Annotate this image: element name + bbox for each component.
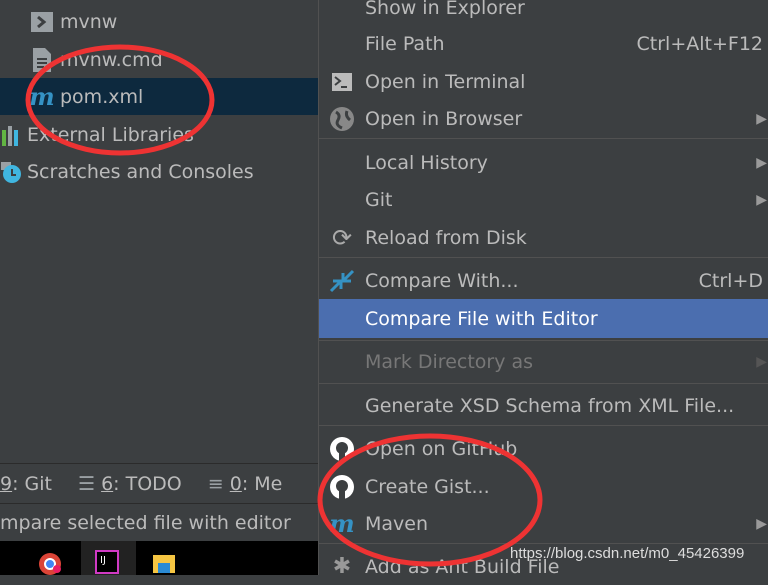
menu-item-open-on-github[interactable]: Open on GitHub — [319, 430, 768, 467]
tool-tab-todo[interactable]: ☰ 6: TODO — [78, 473, 182, 495]
menu-item-file-path[interactable]: File Path Ctrl+Alt+F12 — [319, 25, 768, 62]
menu-item-reload-from-disk[interactable]: ⟳ Reload from Disk — [319, 219, 768, 256]
tree-label: mvnw.cmd — [60, 48, 163, 71]
tree-label: pom.xml — [60, 85, 144, 108]
menu-item-maven[interactable]: m Maven ▶ — [319, 505, 768, 542]
tree-item-pom-xml[interactable]: m pom.xml — [0, 78, 318, 115]
tool-window-bar: 9: Git ☰ 6: TODO ≡ 0: Me — [0, 464, 318, 503]
scratches-icon — [0, 160, 24, 184]
tree-item-scratches[interactable]: Scratches and Consoles — [0, 153, 318, 190]
compare-icon — [319, 269, 365, 293]
tool-tab-messages[interactable]: ≡ 0: Me — [208, 473, 283, 495]
terminal-icon — [319, 72, 365, 91]
libraries-icon — [0, 123, 24, 147]
text-file-icon — [30, 47, 54, 72]
status-bar-text: mpare selected file with editor — [0, 511, 291, 534]
svg-text:IJ: IJ — [100, 555, 106, 566]
menu-item-compare-with[interactable]: Compare With... Ctrl+D — [319, 262, 768, 299]
chrome-icon[interactable] — [39, 553, 61, 575]
watermark: https://blog.csdn.net/m0_45426399 — [510, 545, 745, 562]
intellij-icon[interactable]: IJ — [95, 550, 119, 574]
menu-separator — [319, 543, 768, 544]
windows-taskbar: IJ — [0, 541, 318, 575]
ant-icon: ✱ — [332, 554, 352, 579]
tree-item-mvnw-cmd[interactable]: mvnw.cmd — [0, 41, 318, 78]
tool-tab-git[interactable]: 9: Git — [0, 473, 52, 495]
menu-separator — [319, 257, 768, 258]
submenu-arrow-icon: ▶ — [756, 515, 767, 532]
list-icon: ☰ — [78, 472, 102, 495]
menu-separator — [319, 340, 768, 341]
submenu-arrow-icon: ▶ — [756, 154, 767, 171]
messages-icon: ≡ — [207, 472, 230, 495]
tree-label: Scratches and Consoles — [27, 160, 254, 183]
tree-label: External Libraries — [27, 123, 194, 146]
maven-icon: m — [29, 82, 55, 111]
menu-item-git[interactable]: Git ▶ — [319, 181, 768, 218]
menu-item-compare-file-with-editor[interactable]: Compare File with Editor — [319, 299, 768, 338]
submenu-arrow-icon: ▶ — [756, 191, 767, 208]
maven-icon: m — [329, 509, 355, 538]
tree-item-external-libraries[interactable]: External Libraries — [0, 116, 318, 153]
submenu-arrow-icon: ▶ — [756, 110, 767, 127]
tree-item-mvnw[interactable]: mvnw — [0, 3, 318, 40]
project-panel: mvnw mvnw.cmd m pom.xml External Librari… — [0, 0, 318, 575]
menu-item-local-history[interactable]: Local History ▶ — [319, 144, 768, 181]
submenu-arrow-icon: ▶ — [756, 353, 767, 370]
menu-item-show-in-explorer[interactable]: Show in Explorer — [319, 0, 768, 26]
menu-item-generate-xsd[interactable]: Generate XSD Schema from XML File... — [319, 387, 768, 424]
tree-label: mvnw — [60, 10, 118, 33]
menu-item-open-in-terminal[interactable]: Open in Terminal — [319, 63, 768, 100]
github-icon — [319, 436, 365, 462]
menu-item-open-in-browser[interactable]: Open in Browser ▶ — [319, 100, 768, 137]
menu-item-mark-directory-as: Mark Directory as ▶ — [365, 350, 767, 373]
context-menu: Show in Explorer File Path Ctrl+Alt+F12 O… — [318, 0, 768, 579]
menu-separator — [319, 383, 768, 384]
file-explorer-icon[interactable] — [153, 555, 175, 573]
shell-script-icon — [30, 10, 54, 34]
menu-separator — [319, 138, 768, 139]
globe-icon — [319, 106, 365, 132]
reload-icon: ⟳ — [331, 223, 353, 252]
menu-separator — [319, 425, 768, 426]
github-icon — [319, 474, 365, 500]
menu-item-create-gist[interactable]: Create Gist... — [319, 468, 768, 505]
